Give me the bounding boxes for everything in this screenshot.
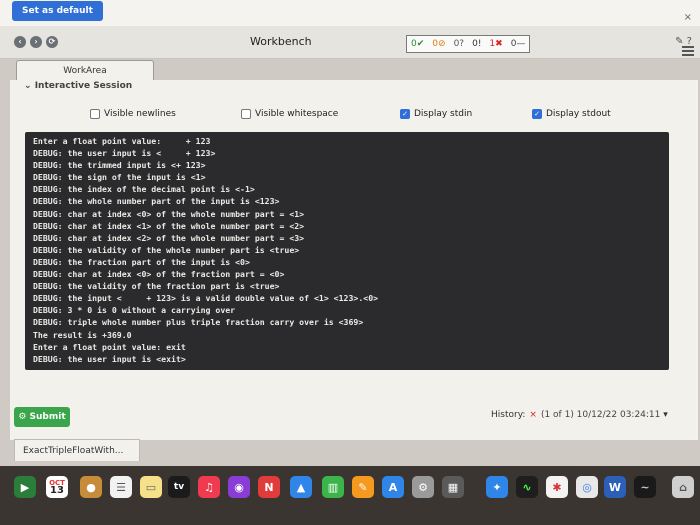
pages-icon[interactable]: ✎	[352, 476, 374, 498]
checkbox-label: Display stdout	[546, 109, 611, 119]
console-line: Enter a float point value: + 123	[33, 136, 211, 146]
news-icon[interactable]: N	[258, 476, 280, 498]
console-text: Enter a float point value: + 123 DEBUG: …	[25, 132, 669, 368]
window-title: Workbench	[250, 35, 312, 48]
chevron-down-icon[interactable]: ▾	[663, 410, 668, 420]
console-line: The result is +369.0	[33, 329, 132, 340]
display-stdout-checkbox[interactable]: ✓ Display stdout	[532, 109, 611, 119]
blocked-icon: ⊘	[438, 39, 446, 49]
music-icon[interactable]: ♫	[198, 476, 220, 498]
submit-button[interactable]: ⚙ Submit	[14, 407, 70, 427]
visible-newlines-checkbox[interactable]: Visible newlines	[90, 109, 176, 119]
console-line: DEBUG: triple whole number plus triple f…	[33, 317, 364, 328]
console-output[interactable]: Enter a float point value: + 123 DEBUG: …	[25, 132, 669, 370]
reminders-icon[interactable]: ☰	[110, 476, 132, 498]
history-label: History:	[491, 410, 526, 420]
check-icon: ✔	[416, 39, 425, 49]
facetime-icon[interactable]: ▶	[14, 476, 36, 498]
console-line: DEBUG: the user input is <exit>	[33, 353, 186, 364]
calendar-day: 13	[50, 485, 64, 496]
set-as-default-button[interactable]: Set as default	[12, 1, 103, 21]
file-tab[interactable]: ExactTripleFloatWith...	[14, 439, 140, 461]
checkbox-box[interactable]: ✓	[532, 109, 542, 119]
calendar-icon[interactable]: OCT 13	[46, 476, 68, 498]
activity-monitor-icon[interactable]: ∿	[516, 476, 538, 498]
display-stdin-checkbox[interactable]: ✓ Display stdin	[400, 109, 472, 119]
checkbox-label: Display stdin	[414, 109, 473, 119]
terminal-icon[interactable]: ~	[634, 476, 656, 498]
checkbox-box[interactable]	[241, 109, 251, 119]
checkbox-box[interactable]	[90, 109, 100, 119]
console-line: DEBUG: the whole number part of the inpu…	[33, 196, 280, 207]
system-preferences-icon[interactable]: ⚙	[412, 476, 434, 498]
history-x-icon: ×	[529, 410, 537, 420]
question-icon: ?	[459, 39, 465, 49]
interactive-session-header[interactable]: ⌄ Interactive Session	[24, 81, 132, 91]
checkbox-label: Visible whitespace	[255, 109, 339, 119]
console-line: DEBUG: char at index <2> of the whole nu…	[33, 232, 305, 243]
app-store-icon[interactable]: A	[382, 476, 404, 498]
preview-icon[interactable]: ▦	[442, 476, 464, 498]
console-line: DEBUG: char at index <0> of the fraction…	[33, 269, 285, 280]
console-line: DEBUG: 3 * 0 is 0 without a carrying ove…	[33, 305, 236, 316]
close-icon[interactable]: ×	[684, 12, 692, 23]
console-line: DEBUG: the input < + 123> is a valid dou…	[33, 293, 379, 304]
submit-label: Submit	[29, 412, 66, 422]
result-counters: 0✔ 0⊘ 0? 0! 1✖ 0—	[406, 35, 531, 53]
numbers-icon[interactable]: ▥	[322, 476, 344, 498]
history-meta: (1 of 1) 10/12/22 03:24:11	[540, 410, 661, 420]
notes-icon[interactable]: ▭	[140, 476, 162, 498]
tv-label: tv	[173, 482, 185, 492]
keynote-icon[interactable]: ▲	[290, 476, 312, 498]
console-line: DEBUG: the validity of the fraction part…	[33, 281, 280, 292]
dash-icon: —	[516, 39, 526, 49]
safari-icon[interactable]: ✦	[486, 476, 508, 498]
checkbox-label: Visible newlines	[104, 109, 176, 119]
podcasts-icon[interactable]: ◉	[228, 476, 250, 498]
workbench-titlebar: ‹ › ⟳ Workbench 0✔ 0⊘ 0? 0! 1✖ 0— ✎ ?	[0, 26, 700, 59]
console-line: DEBUG: the validity of the whole number …	[33, 244, 300, 255]
trash-icon[interactable]: ⌂	[672, 476, 694, 498]
console-line: DEBUG: char at index <1> of the whole nu…	[33, 220, 305, 231]
chrome-icon[interactable]: ◎	[576, 476, 598, 498]
checkbox-box[interactable]: ✓	[400, 109, 410, 119]
tv-icon[interactable]: tv	[168, 476, 190, 498]
console-line: Enter a float point value: exit	[33, 341, 186, 352]
word-icon[interactable]: W	[604, 476, 626, 498]
console-line: DEBUG: char at index <0> of the whole nu…	[33, 208, 305, 219]
top-bar: Set as default ×	[0, 0, 700, 26]
photos-icon[interactable]: ●	[80, 476, 102, 498]
history-bar[interactable]: History: × (1 of 1) 10/12/22 03:24:11 ▾	[491, 410, 668, 420]
session-label: Interactive Session	[34, 81, 133, 91]
slack-icon[interactable]: ✱	[546, 476, 568, 498]
back-nav-icon[interactable]: ‹	[14, 36, 26, 48]
tab-workarea[interactable]: WorkArea	[16, 60, 154, 81]
refresh-nav-icon[interactable]: ⟳	[46, 36, 58, 48]
console-line: DEBUG: the trimmed input is <+ 123>	[33, 160, 206, 171]
forward-nav-icon[interactable]: ›	[30, 36, 42, 48]
menu-icon[interactable]	[682, 44, 694, 58]
console-line: DEBUG: the sign of the input is <1>	[33, 172, 206, 183]
x-icon: ✖	[495, 39, 503, 49]
console-line: DEBUG: the index of the decimal point is…	[33, 184, 255, 195]
exclamation-icon: !	[477, 39, 482, 49]
visible-whitespace-checkbox[interactable]: Visible whitespace	[241, 109, 338, 119]
console-line: DEBUG: the user input is < + 123>	[33, 148, 216, 159]
console-line: DEBUG: the fraction part of the input is…	[33, 256, 250, 267]
